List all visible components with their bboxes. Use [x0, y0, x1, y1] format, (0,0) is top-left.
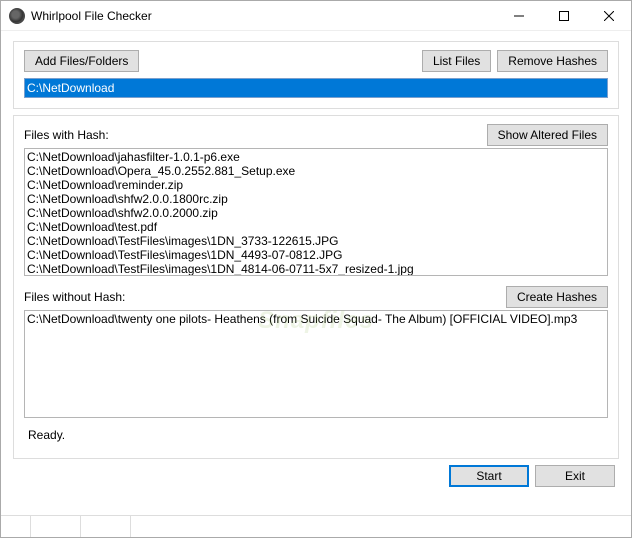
- hash-header: Files with Hash: Show Altered Files: [24, 124, 608, 146]
- window-title: Whirlpool File Checker: [31, 9, 496, 23]
- statusbar-panel: [31, 516, 81, 537]
- minimize-icon: [514, 11, 524, 21]
- hash-label: Files with Hash:: [24, 128, 109, 142]
- list-item[interactable]: C:\NetDownload\twenty one pilots- Heathe…: [27, 312, 605, 326]
- close-button[interactable]: [586, 1, 631, 31]
- app-icon: [9, 8, 25, 24]
- add-files-button[interactable]: Add Files/Folders: [24, 50, 139, 72]
- statusbar-panel: [81, 516, 131, 537]
- start-button[interactable]: Start: [449, 465, 529, 487]
- nohash-label: Files without Hash:: [24, 290, 125, 304]
- list-item[interactable]: C:\NetDownload\Opera_45.0.2552.881_Setup…: [27, 164, 605, 178]
- hash-group: Snapfiles Files with Hash: Show Altered …: [13, 115, 619, 459]
- content-area: Add Files/Folders List Files Remove Hash…: [1, 31, 631, 515]
- list-item[interactable]: C:\NetDownload\TestFiles\images\1DN_4814…: [27, 262, 605, 276]
- nohash-listbox[interactable]: C:\NetDownload\twenty one pilots- Heathe…: [24, 310, 608, 418]
- list-item[interactable]: C:\NetDownload\test.pdf: [27, 220, 605, 234]
- top-toolbar: Add Files/Folders List Files Remove Hash…: [24, 50, 608, 72]
- top-group: Add Files/Folders List Files Remove Hash…: [13, 41, 619, 109]
- minimize-button[interactable]: [496, 1, 541, 31]
- list-item[interactable]: C:\NetDownload\TestFiles\images\1DN_4493…: [27, 248, 605, 262]
- list-item[interactable]: C:\NetDownload\jahasfilter-1.0.1-p6.exe: [27, 150, 605, 164]
- maximize-button[interactable]: [541, 1, 586, 31]
- list-item[interactable]: C:\NetDownload\reminder.zip: [27, 178, 605, 192]
- titlebar: Whirlpool File Checker: [1, 1, 631, 31]
- maximize-icon: [559, 11, 569, 21]
- path-input[interactable]: [24, 78, 608, 98]
- statusbar-panel: [1, 516, 31, 537]
- list-item[interactable]: C:\NetDownload\TestFiles\images\1DN_3733…: [27, 234, 605, 248]
- app-window: Whirlpool File Checker Add Files/Folders…: [0, 0, 632, 538]
- statusbar: [1, 515, 631, 537]
- list-item[interactable]: C:\NetDownload\shfw2.0.0.2000.zip: [27, 206, 605, 220]
- remove-hashes-button[interactable]: Remove Hashes: [497, 50, 608, 72]
- bottom-buttons: Start Exit: [13, 465, 619, 491]
- status-text: Ready.: [24, 418, 608, 448]
- hash-listbox[interactable]: C:\NetDownload\jahasfilter-1.0.1-p6.exeC…: [24, 148, 608, 276]
- create-hashes-button[interactable]: Create Hashes: [506, 286, 608, 308]
- show-altered-button[interactable]: Show Altered Files: [487, 124, 608, 146]
- close-icon: [604, 11, 614, 21]
- list-item[interactable]: C:\NetDownload\shfw2.0.0.1800rc.zip: [27, 192, 605, 206]
- exit-button[interactable]: Exit: [535, 465, 615, 487]
- nohash-header: Files without Hash: Create Hashes: [24, 286, 608, 308]
- list-files-button[interactable]: List Files: [422, 50, 491, 72]
